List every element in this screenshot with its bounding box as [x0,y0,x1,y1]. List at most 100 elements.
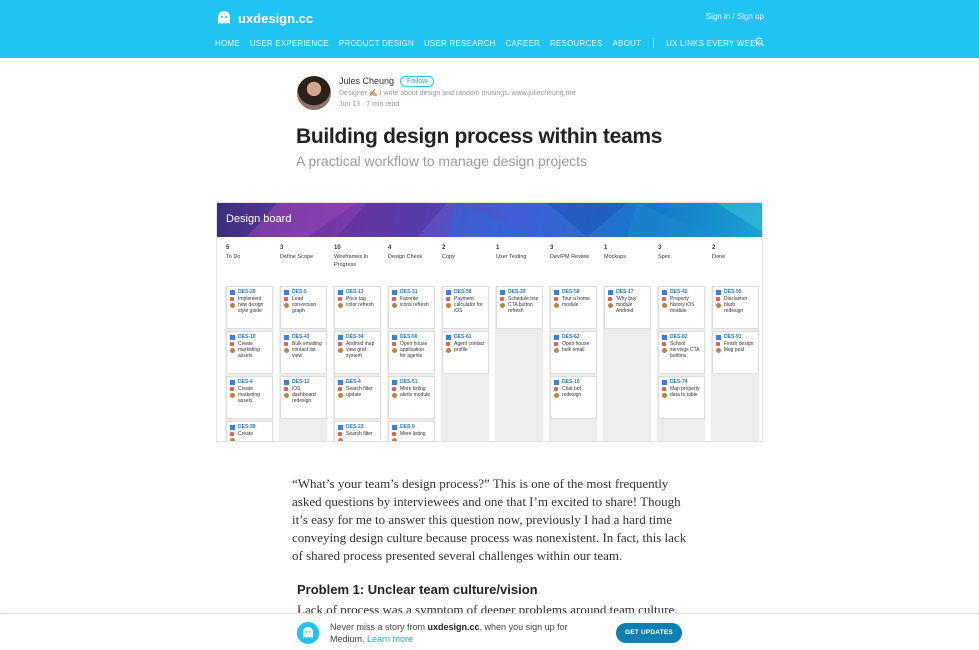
assignee-avatar-icon [284,393,289,398]
priority-icon [608,297,612,301]
board-card[interactable]: DES-34 Android map view grid system [334,331,381,374]
board-card[interactable]: DES-23 Search filter [334,421,381,441]
checkbox-icon [446,334,451,340]
board-card[interactable]: DES-42 Property history iOS module [658,286,705,329]
card-id: DES-17 [616,289,634,295]
card-id: DES-34 [346,334,364,340]
board-card[interactable]: DES-58 Payment calculator for iOS [442,286,489,329]
board-card[interactable]: DES-13 Price tag color refresh [334,286,381,329]
follow-button[interactable]: Follow [400,76,435,87]
site-header: uxdesign.cc Sign in / Sign up HOME USER … [0,0,979,58]
nav-ux-links[interactable]: UX LINKS EVERY WEEK [666,39,761,48]
column-name: Copy [442,254,455,260]
column-count: 3 [550,245,554,251]
board-card[interactable]: DES-82 School servings CTA buttons [658,331,705,374]
board-card[interactable]: DES-43 Bulk emailing contact list view [280,331,327,374]
board-card[interactable]: DES-61 Agent contact profile [442,331,489,374]
board-card[interactable]: DES-9 More listing [388,421,435,441]
board-card[interactable]: DES-31 Favorite icons refresh [388,286,435,329]
author-avatar[interactable] [297,76,331,110]
board-card[interactable]: DES-58 Tour a home module [550,286,597,329]
assignee-avatar-icon [338,348,343,353]
checkbox-icon [608,289,613,295]
card-id: DES-56 [400,334,418,340]
card-title: Map property data to table [670,386,700,398]
card-icons [500,296,505,314]
board-card[interactable]: DES-74 Map property data to table [658,376,705,419]
card-icons [662,341,667,359]
board-card[interactable]: DES-17 'Why buy' module Android [604,286,651,329]
sign-in-link[interactable]: Sign in / Sign up [706,12,764,21]
board-card[interactable]: DES-29 Implement new design style guide [226,286,273,329]
card-body: Create marketing assets [230,341,269,359]
card-title: Create [238,431,254,437]
nav-user-experience[interactable]: USER EXPERIENCE [250,39,329,48]
search-icon[interactable] [755,37,765,47]
card-icons [230,296,235,314]
priority-icon [230,387,234,391]
brand[interactable]: uxdesign.cc [216,10,313,26]
card-title: Chat bot redesign [562,386,582,398]
checkbox-icon [554,289,559,295]
card-id: DES-39 [238,424,256,430]
checkbox-icon [230,379,235,385]
board-card[interactable]: DES-91 Finish design blog post [712,331,759,374]
board-card[interactable]: DES-56 Open house application for agents [388,331,435,374]
priority-icon [446,297,450,301]
ghost-logo-icon [218,11,230,24]
board-card[interactable]: DES-29 Schedule tour CTA button refresh [496,286,543,329]
board-card[interactable]: DES-4 Create marketing assets [226,376,273,419]
board-card[interactable]: DES-10 Chat bot redesign [550,376,597,419]
card-id-row: DES-10 [554,379,593,385]
card-title: Payment calculator for iOS [454,296,483,314]
column-count: 4 [388,245,392,251]
card-body: Open house application for agents [392,341,431,359]
card-id: DES-55 [724,289,742,295]
card-title: Disclaimer blurb redesign [724,296,748,314]
priority-icon [392,342,396,346]
assignee-avatar-icon [716,303,721,308]
priority-icon [554,342,558,346]
board-card[interactable]: DES-39 Create [226,421,273,441]
author-bio: Designer ✍🏼 I write about design and ran… [339,90,576,97]
author-name[interactable]: Jules Cheung [339,76,394,87]
assignee-avatar-icon [338,393,343,398]
board-card[interactable]: DES-5 Lead conversion graph [280,286,327,329]
column-name: Spec [658,254,671,260]
board-card[interactable]: DES-12 iOS dashboard redesign [280,376,327,419]
column-name: To Do [226,254,241,260]
column-name: Dev/PM Review [550,254,590,260]
nav-product-design[interactable]: PRODUCT DESIGN [339,39,414,48]
card-icons [230,431,235,441]
column-count: 3 [658,245,662,251]
card-id-row: DES-13 [338,289,377,295]
card-body: Open house bulk email [554,341,593,353]
article-meta: Jun 13 · 7 min read [339,101,400,108]
card-body: Disclaimer blurb redesign [716,296,755,314]
card-body: More listing alerts module [392,386,431,398]
nav-user-research[interactable]: USER RESEARCH [424,39,496,48]
board-card[interactable]: DES-55 Disclaimer blurb redesign [712,286,759,329]
card-body: iOS dashboard redesign [284,386,323,404]
card-icons [338,386,343,398]
checkbox-icon [392,379,397,385]
board-card[interactable]: DES-10 Create marketing assets [226,331,273,374]
assignee-avatar-icon [554,393,559,398]
column-count: 10 [334,245,341,251]
nav-resources[interactable]: RESOURCES [550,39,602,48]
nav-about[interactable]: ABOUT [613,39,642,48]
column-count: 2 [442,245,446,251]
column-count: 1 [496,245,500,251]
board-card[interactable]: DES-62 Open house bulk email [550,331,597,374]
board-card[interactable]: DES-4 Search filter update [334,376,381,419]
card-id-row: DES-58 [446,289,485,295]
column-name: Mockups [604,254,627,260]
column-count: 5 [226,245,230,251]
learn-more-link[interactable]: Learn more [367,634,413,644]
card-id-row: DES-23 [338,424,377,430]
board-card[interactable]: DES-51 More listing alerts module [388,376,435,419]
nav-career[interactable]: CAREER [505,39,540,48]
get-updates-button[interactable]: GET UPDATES [616,623,682,643]
nav-home[interactable]: HOME [215,39,240,48]
assignee-avatar-icon [554,348,559,353]
